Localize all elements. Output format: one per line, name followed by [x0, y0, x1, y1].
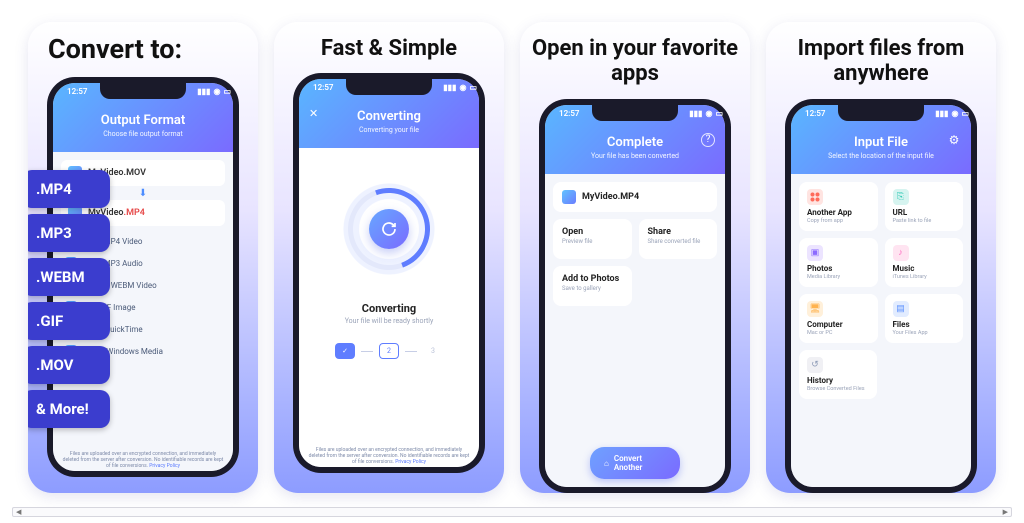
screen-title: Complete [553, 135, 717, 150]
status-bar: 12:57 ▮▮▮◉▭ [299, 83, 491, 92]
status-time: 12:57 [67, 87, 87, 96]
tile-computer[interactable]: 🖥 Computer Mac or PC [799, 294, 878, 343]
wifi-icon: ◉ [213, 87, 220, 96]
status-bar: 12:57 ▮▮▮◉▭ [545, 109, 737, 118]
signal-icon: ▮▮▮ [197, 87, 210, 96]
action-share[interactable]: Share Share converted file [639, 219, 718, 259]
tile-another-app[interactable]: Another App Copy from app [799, 182, 878, 231]
file-icon [562, 190, 576, 204]
status-bar: 12:57 ▮▮▮◉▭ [791, 109, 983, 118]
screen-subtitle: Select the location of the input file [799, 152, 963, 160]
step-3: 3 [423, 343, 443, 359]
music-icon: ♪ [893, 245, 909, 261]
slide-convert-to: Convert to: .MP4 .MP3 .WEBM .GIF .MOV & … [28, 22, 258, 493]
status-time: 12:57 [805, 109, 825, 118]
step-indicator: ✓ 2 3 [335, 343, 443, 359]
scroll-right-icon[interactable]: ▶ [1003, 508, 1008, 516]
phone-mockup: 12:57 ▮▮▮◉▭ ⚙ Input File Select the loca… [785, 99, 977, 493]
format-pills: .MP4 .MP3 .WEBM .GIF .MOV & More! [28, 170, 110, 428]
converting-sub: Your file will be ready shortly [345, 317, 434, 325]
grid-icon [807, 189, 823, 205]
screen-body: Another App Copy from app ⎘ URL Paste li… [791, 174, 971, 487]
footnote: Files are uploaded over an encrypted con… [61, 451, 225, 469]
progress-ring [334, 174, 444, 284]
wifi-icon: ◉ [459, 83, 466, 92]
headline: Convert to: [28, 22, 192, 73]
battery-icon: ▭ [469, 83, 477, 92]
screen-subtitle: Your file has been converted [553, 152, 717, 160]
tile-photos[interactable]: ▣ Photos Media Library [799, 238, 878, 287]
step-1: ✓ [335, 343, 355, 359]
history-icon: ↺ [807, 357, 823, 373]
pill-mp4: .MP4 [28, 170, 110, 208]
screen: ⚙ Input File Select the location of the … [791, 105, 971, 487]
step-2: 2 [379, 343, 399, 359]
folder-icon: ▤ [893, 301, 909, 317]
pill-mp3: .MP3 [28, 214, 110, 252]
battery-icon: ▭ [961, 109, 969, 118]
help-icon[interactable]: ? [701, 133, 715, 147]
wifi-icon: ◉ [705, 109, 712, 118]
signal-icon: ▮▮▮ [689, 109, 702, 118]
screen-subtitle: Converting your file [307, 126, 471, 134]
screenshot-gallery: Convert to: .MP4 .MP3 .WEBM .GIF .MOV & … [0, 0, 1024, 523]
screen: ✕ Converting Converting your file Conver… [299, 79, 479, 467]
screen-title: Converting [307, 109, 471, 124]
home-icon: ⌂ [604, 459, 609, 468]
status-time: 12:57 [559, 109, 579, 118]
tile-music[interactable]: ♪ Music iTunes Library [885, 238, 964, 287]
screen-subtitle: Choose file output format [61, 130, 225, 138]
status-time: 12:57 [313, 83, 333, 92]
battery-icon: ▭ [715, 109, 723, 118]
privacy-link[interactable]: Privacy Policy [395, 459, 426, 465]
pill-mov: .MOV [28, 346, 110, 384]
spinner: Converting Your file will be ready short… [307, 156, 471, 359]
action-add-photos[interactable]: Add to Photos Save to gallery [553, 266, 632, 306]
headline: Import files from anywhere [766, 22, 996, 95]
phone-mockup: 12:57 ▮▮▮◉▭ ✕ Converting Converting your… [293, 73, 485, 473]
signal-icon: ▮▮▮ [443, 83, 456, 92]
wifi-icon: ◉ [951, 109, 958, 118]
tile-url[interactable]: ⎘ URL Paste link to file [885, 182, 964, 231]
screen-body: MyVideo.MP4 Open Preview file Share Shar… [545, 174, 725, 487]
screen: ? Complete Your file has been converted … [545, 105, 725, 487]
tile-history[interactable]: ↺ History Browse Converted Files [799, 350, 877, 399]
signal-icon: ▮▮▮ [935, 109, 948, 118]
tile-files[interactable]: ▤ Files Your Files App [885, 294, 964, 343]
phone-mockup: 12:57 ▮▮▮◉▭ ? Complete Your file has bee… [539, 99, 731, 493]
pill-webm: .WEBM [28, 258, 110, 296]
pill-more: & More! [28, 390, 110, 428]
slide-open-apps: Open in your favorite apps 12:57 ▮▮▮◉▭ ?… [520, 22, 750, 493]
action-open[interactable]: Open Preview file [553, 219, 632, 259]
photo-icon: ▣ [807, 245, 823, 261]
result-file-card[interactable]: MyVideo.MP4 [553, 182, 717, 212]
headline: Fast & Simple [311, 22, 467, 69]
pill-gif: .GIF [28, 302, 110, 340]
computer-icon: 🖥 [807, 301, 823, 317]
screen-title: Input File [799, 135, 963, 150]
close-icon[interactable]: ✕ [309, 107, 318, 120]
status-bar: 12:57 ▮▮▮ ◉ ▭ [53, 87, 245, 96]
slide-import-anywhere: Import files from anywhere 12:57 ▮▮▮◉▭ ⚙… [766, 22, 996, 493]
screen-title: Output Format [61, 113, 225, 128]
footnote: Files are uploaded over an encrypted con… [307, 447, 471, 465]
scroll-left-icon[interactable]: ◀ [16, 508, 21, 516]
convert-another-button[interactable]: ⌂ Convert Another [590, 447, 680, 479]
headline: Open in your favorite apps [520, 22, 750, 95]
horizontal-scrollbar[interactable]: ◀ ▶ [12, 507, 1012, 517]
link-icon: ⎘ [893, 189, 909, 205]
result-file-name: MyVideo.MP4 [582, 192, 639, 202]
converting-label: Converting [362, 302, 416, 315]
gear-icon[interactable]: ⚙ [947, 133, 961, 147]
privacy-link[interactable]: Privacy Policy [149, 463, 180, 469]
slide-fast-simple: Fast & Simple 12:57 ▮▮▮◉▭ ✕ Converting C… [274, 22, 504, 493]
screen-body: Converting Your file will be ready short… [299, 148, 479, 467]
battery-icon: ▭ [223, 87, 231, 96]
